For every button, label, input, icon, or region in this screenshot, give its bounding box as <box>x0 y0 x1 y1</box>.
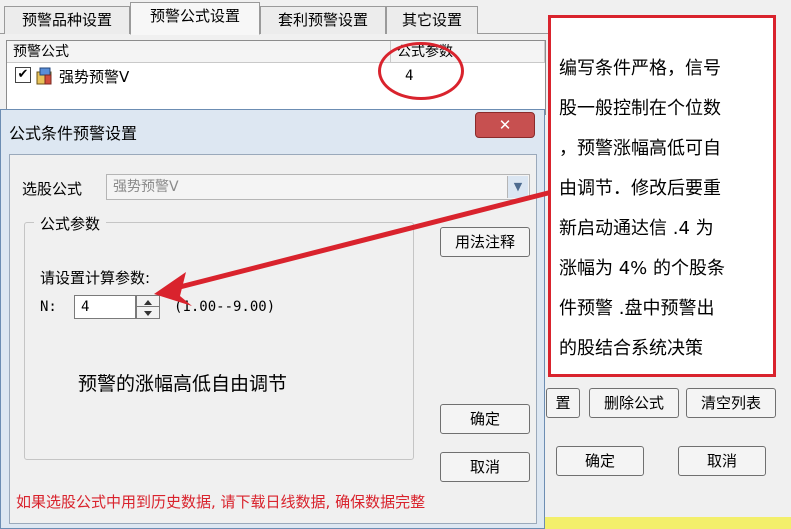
callout-line: 由调节．修改后要重 <box>559 178 721 199</box>
callout-line: 股一般控制在个位数 <box>559 98 721 119</box>
arrow-line <box>167 189 553 293</box>
callout-line: 件预警 .盘中预警出 <box>559 298 715 319</box>
callout-line: ，预警涨幅高低可自 <box>559 138 721 159</box>
callout-box: 编写条件严格，信号 股一般控制在个位数 ，预警涨幅高低可自 由调节．修改后要重 … <box>548 15 776 377</box>
callout-line: 的股结合系统决策 <box>559 338 703 359</box>
arrow-head-icon <box>154 272 192 306</box>
callout-line: 涨幅为 4% 的个股条 <box>559 258 725 279</box>
callout-line: 编写条件严格，信号 <box>559 58 721 79</box>
callout-line: 新启动通达信 .4 为 <box>559 218 714 239</box>
